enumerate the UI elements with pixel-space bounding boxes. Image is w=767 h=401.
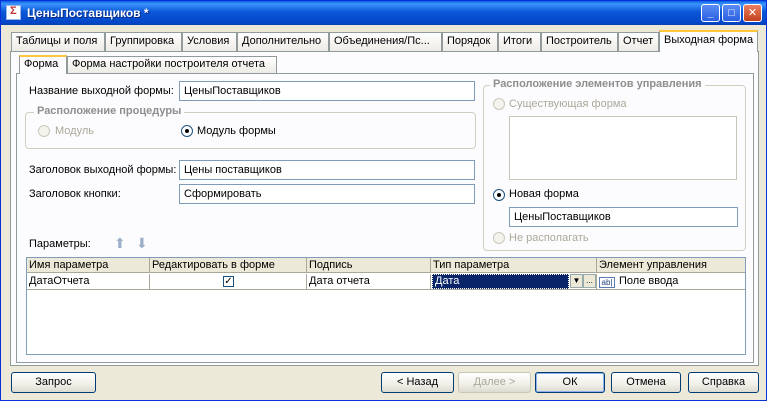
tab-tables-fields[interactable]: Таблицы и поля [11, 32, 105, 51]
cell-param-name[interactable]: ДатаОтчета [27, 274, 150, 290]
ellipsis-button[interactable]: ... [583, 274, 596, 288]
tab-totals[interactable]: Итоги [498, 32, 541, 51]
tab-order[interactable]: Порядок [442, 32, 498, 51]
tab-unions[interactable]: Объединения/Пс... [329, 32, 442, 51]
editable-checkbox[interactable]: ✓ [223, 276, 234, 287]
tab-additional[interactable]: Дополнительно [237, 32, 329, 51]
existing-form-label: Существующая форма [509, 98, 627, 110]
cell-caption[interactable]: Дата отчета [307, 274, 431, 290]
col-header-type[interactable]: Тип параметра [431, 258, 597, 273]
move-down-icon[interactable]: ⬇ [136, 236, 150, 250]
button-title-label: Заголовок кнопки: [29, 188, 121, 200]
ok-button[interactable]: ОК [535, 372, 605, 393]
params-label: Параметры: [29, 238, 91, 250]
output-title-label: Заголовок выходной формы: [29, 164, 177, 176]
tab-report[interactable]: Отчет [618, 32, 659, 51]
query-button[interactable]: Запрос [11, 372, 96, 393]
help-button[interactable]: Справка [688, 372, 759, 393]
new-form-radio[interactable] [493, 189, 505, 201]
col-header-caption[interactable]: Подпись [307, 258, 431, 273]
col-header-editable[interactable]: Редактировать в форме [150, 258, 307, 273]
form-module-label: Модуль формы [197, 125, 276, 137]
form-module-radio[interactable] [181, 125, 193, 137]
procedure-location-title: Расположение процедуры [34, 105, 185, 117]
cell-control[interactable]: ab| Поле ввода [597, 274, 745, 290]
output-name-field[interactable]: ЦеныПоставщиков [179, 81, 475, 101]
output-name-label: Название выходной формы: [29, 85, 174, 97]
title-bar[interactable]: ЦеныПоставщиков * _ □ ✕ [1, 1, 766, 25]
new-form-label: Новая форма [509, 188, 579, 200]
new-form-field[interactable]: ЦеныПоставщиков [509, 207, 738, 227]
controls-location-title: Расположение элементов управления [490, 78, 705, 90]
subtab-builder-settings[interactable]: Форма настройки построителя отчета [67, 56, 277, 73]
existing-form-list[interactable] [509, 116, 737, 180]
subtab-form[interactable]: Форма [19, 55, 67, 74]
move-up-icon[interactable]: ⬆ [114, 236, 128, 250]
no-place-label: Не располагать [509, 232, 589, 244]
button-title-field[interactable]: Сформировать [179, 184, 475, 204]
back-button[interactable]: < Назад [381, 372, 454, 393]
col-header-name[interactable]: Имя параметра [27, 258, 150, 273]
col-header-control[interactable]: Элемент управления [597, 258, 745, 273]
wizard-window: ЦеныПоставщиков * _ □ ✕ Таблицы и поля Г… [0, 0, 767, 401]
cancel-button[interactable]: Отмена [611, 372, 681, 393]
next-button[interactable]: Далее > [458, 372, 531, 393]
tab-grouping[interactable]: Группировка [105, 32, 182, 51]
app-icon [6, 5, 21, 20]
close-button[interactable]: ✕ [743, 4, 762, 22]
dropdown-arrow-icon[interactable]: ▼ [570, 274, 583, 288]
control-type-text: Поле ввода [619, 275, 679, 287]
input-field-icon: ab| [599, 277, 615, 288]
module-radio[interactable] [38, 125, 50, 137]
type-select-value[interactable]: Дата [432, 274, 569, 289]
cell-type[interactable]: Дата ▼ ... [431, 274, 597, 290]
params-table[interactable]: Имя параметра Редактировать в форме Подп… [26, 257, 746, 355]
existing-form-radio[interactable] [493, 98, 505, 110]
window-title: ЦеныПоставщиков * [27, 6, 149, 20]
maximize-button[interactable]: □ [722, 4, 741, 22]
output-title-field[interactable]: Цены поставщиков [179, 160, 475, 180]
tab-builder[interactable]: Построитель [541, 32, 618, 51]
minimize-button[interactable]: _ [701, 4, 720, 22]
tab-conditions[interactable]: Условия [182, 32, 237, 51]
no-place-radio[interactable] [493, 232, 505, 244]
cell-editable[interactable]: ✓ [150, 274, 307, 290]
module-label: Модуль [55, 125, 94, 137]
tab-output-form[interactable]: Выходная форма [659, 30, 758, 52]
